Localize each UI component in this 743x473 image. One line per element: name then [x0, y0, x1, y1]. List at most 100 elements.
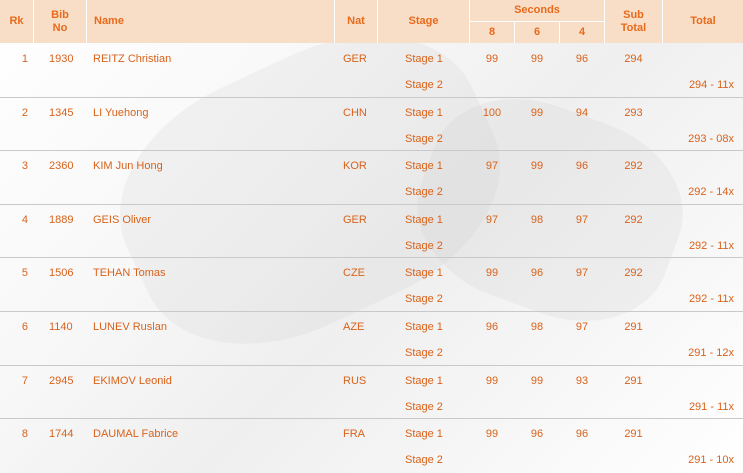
stage2-cell: Stage 2 [405, 454, 443, 467]
nat-cell: GER [343, 213, 367, 226]
seconds4-cell: 96 [575, 428, 589, 441]
stage2-cell: Stage 2 [405, 400, 443, 413]
table-row: 6 1140 LUNEV Ruslan AZE Stage 1 Stage 2 … [0, 312, 743, 366]
rank-cell: 2 [21, 106, 28, 119]
stage2-cell: Stage 2 [405, 132, 443, 145]
stage1-cell: Stage 1 [405, 213, 443, 226]
name-cell: GEIS Oliver [93, 213, 152, 226]
total-cell: 293 - 08x [688, 132, 734, 145]
name-cell: REITZ Christian [93, 53, 172, 65]
results-table-body: 1 1930 REITZ Christian GER Stage 1 Stage… [0, 44, 743, 473]
name-cell: TEHAN Tomas [93, 267, 166, 280]
header-seconds-6-label: 6 [533, 26, 541, 38]
seconds4-cell: 97 [575, 267, 589, 280]
seconds6-cell: 99 [530, 53, 544, 65]
stage2-cell: Stage 2 [405, 239, 443, 252]
bib-cell: 1744 [49, 428, 74, 441]
seconds8-cell: 97 [485, 213, 499, 226]
bib-cell: 1930 [49, 53, 74, 65]
header-seconds-8-label: 8 [488, 26, 496, 38]
header-seconds-label: Seconds [514, 4, 560, 16]
header-seconds-6: 6 [515, 22, 559, 43]
table-row: 5 1506 TEHAN Tomas CZE Stage 1 Stage 2 9… [0, 258, 743, 312]
nat-cell: KOR [343, 160, 367, 173]
seconds4-cell: 96 [575, 53, 589, 65]
seconds8-cell: 99 [485, 428, 499, 441]
stage2-cell: Stage 2 [405, 346, 443, 359]
nat-cell: AZE [343, 320, 365, 333]
total-cell: 292 - 11x [688, 293, 734, 306]
seconds6-cell: 96 [530, 428, 544, 441]
header-stage: Stage [378, 0, 469, 43]
bib-cell: 1506 [49, 267, 74, 280]
header-seconds-4: 4 [560, 22, 604, 43]
stage1-cell: Stage 1 [405, 428, 443, 441]
stage1-cell: Stage 1 [405, 106, 443, 119]
nat-cell: CHN [343, 106, 367, 119]
seconds6-cell: 96 [530, 267, 544, 280]
name-cell: EKIMOV Leonid [93, 374, 172, 387]
rank-cell: 3 [21, 160, 28, 173]
header-total-label: Total [690, 15, 716, 27]
seconds8-cell: 100 [482, 106, 502, 119]
nat-cell: GER [343, 53, 367, 65]
bib-cell: 2360 [49, 160, 74, 173]
subtotal-cell: 292 [624, 267, 643, 280]
stage1-cell: Stage 1 [405, 267, 443, 280]
header-bib-label: Bib No [51, 8, 69, 34]
table-row: 1 1930 REITZ Christian GER Stage 1 Stage… [0, 44, 743, 98]
stage2-cell: Stage 2 [405, 79, 443, 91]
seconds6-cell: 98 [530, 213, 544, 226]
header-seconds-4-label: 4 [578, 26, 586, 38]
header-nat-label: Nat [347, 15, 365, 27]
table-row: 4 1889 GEIS Oliver GER Stage 1 Stage 2 9… [0, 205, 743, 259]
seconds4-cell: 97 [575, 213, 589, 226]
table-row: 8 1744 DAUMAL Fabrice FRA Stage 1 Stage … [0, 419, 743, 473]
seconds4-cell: 93 [575, 374, 589, 387]
name-cell: LI Yuehong [93, 106, 149, 119]
header-rank: Rk [0, 0, 33, 43]
seconds4-cell: 97 [575, 320, 589, 333]
header-rank-label: Rk [9, 15, 24, 27]
stage2-cell: Stage 2 [405, 186, 443, 199]
rank-cell: 4 [21, 213, 28, 226]
seconds8-cell: 99 [485, 374, 499, 387]
rank-cell: 6 [21, 320, 28, 333]
seconds8-cell: 97 [485, 160, 499, 173]
rank-cell: 7 [21, 374, 28, 387]
bib-cell: 1345 [49, 106, 74, 119]
header-seconds: Seconds [470, 0, 604, 21]
header-total: Total [663, 0, 743, 43]
stage1-cell: Stage 1 [405, 53, 443, 65]
total-cell: 291 - 11x [688, 400, 734, 413]
header-name-label: Name [94, 15, 124, 27]
total-cell: 294 - 11x [688, 79, 734, 91]
header-nat: Nat [335, 0, 377, 43]
rank-cell: 8 [21, 428, 28, 441]
table-row: 7 2945 EKIMOV Leonid RUS Stage 1 Stage 2… [0, 366, 743, 420]
rank-cell: 5 [21, 267, 28, 280]
total-cell: 292 - 14x [688, 186, 734, 199]
bib-cell: 1889 [49, 213, 74, 226]
nat-cell: RUS [343, 374, 367, 387]
stage1-cell: Stage 1 [405, 374, 443, 387]
table-row: 2 1345 LI Yuehong CHN Stage 1 Stage 2 10… [0, 98, 743, 152]
stage1-cell: Stage 1 [405, 160, 443, 173]
bib-cell: 2945 [49, 374, 74, 387]
subtotal-cell: 292 [624, 213, 643, 226]
nat-cell: CZE [343, 267, 365, 280]
stage1-cell: Stage 1 [405, 320, 443, 333]
seconds8-cell: 96 [485, 320, 499, 333]
seconds8-cell: 99 [485, 53, 499, 65]
subtotal-cell: 293 [624, 106, 643, 119]
name-cell: KIM Jun Hong [93, 160, 163, 173]
total-cell: 291 - 12x [688, 346, 734, 359]
seconds4-cell: 94 [575, 106, 589, 119]
total-cell: 292 - 11x [688, 239, 734, 252]
header-subtotal: Sub Total [605, 0, 662, 43]
bib-cell: 1140 [49, 320, 73, 333]
header-bib: Bib No [34, 0, 86, 43]
subtotal-cell: 292 [624, 160, 643, 173]
nat-cell: FRA [343, 428, 365, 441]
results-table-header: Rk Bib No Name Nat Stage Seconds 8 6 4 S… [0, 0, 743, 43]
